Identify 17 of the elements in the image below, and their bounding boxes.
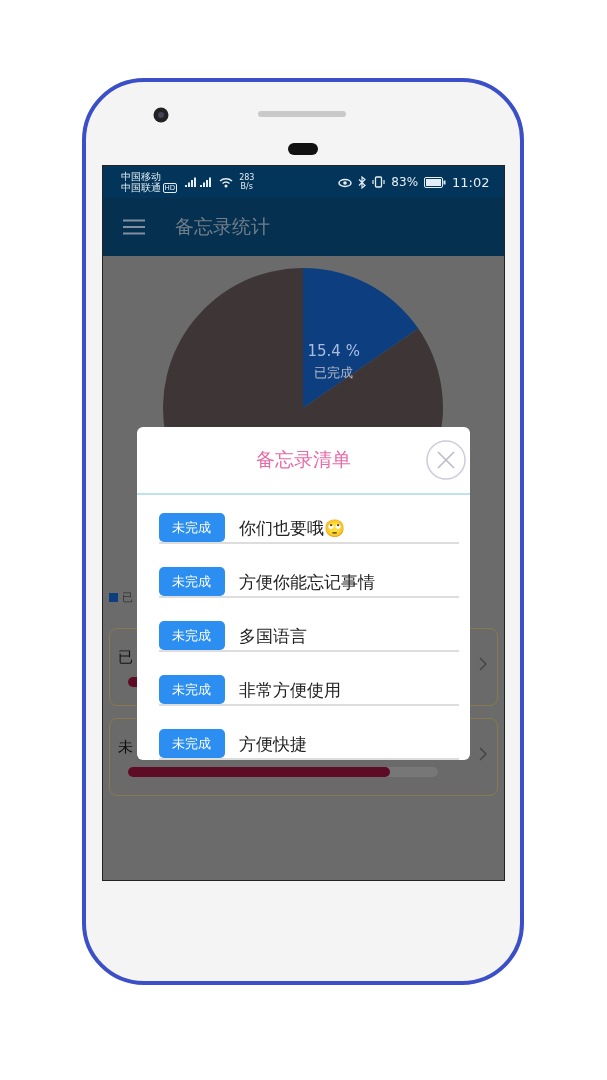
carrier-name: 中国移动 — [120, 171, 162, 182]
battery-percent: 83% — [391, 175, 419, 189]
memo-text: 你们也要哦🙄 — [238, 517, 345, 540]
memo-text: 多国语言 — [238, 625, 307, 648]
card-label: 已 — [117, 647, 133, 667]
carrier-name: 中国联通 — [120, 182, 161, 193]
network-speed: 283 — [239, 173, 255, 182]
memo-text: 方便你能忘记事情 — [238, 571, 375, 594]
app-title: 备忘录统计 — [174, 214, 270, 239]
slice-caption: 已完成 — [314, 364, 354, 382]
memo-text: 方便快捷 — [238, 733, 307, 756]
percent-label: 15.4 % — [307, 342, 360, 360]
memo-text: 非常方便使用 — [238, 679, 341, 702]
dialog-title: 备忘录清单 — [255, 447, 351, 472]
card-label: 未 — [117, 737, 133, 757]
clock: 11:02 — [452, 174, 490, 190]
speed-unit: B/s — [240, 182, 253, 191]
